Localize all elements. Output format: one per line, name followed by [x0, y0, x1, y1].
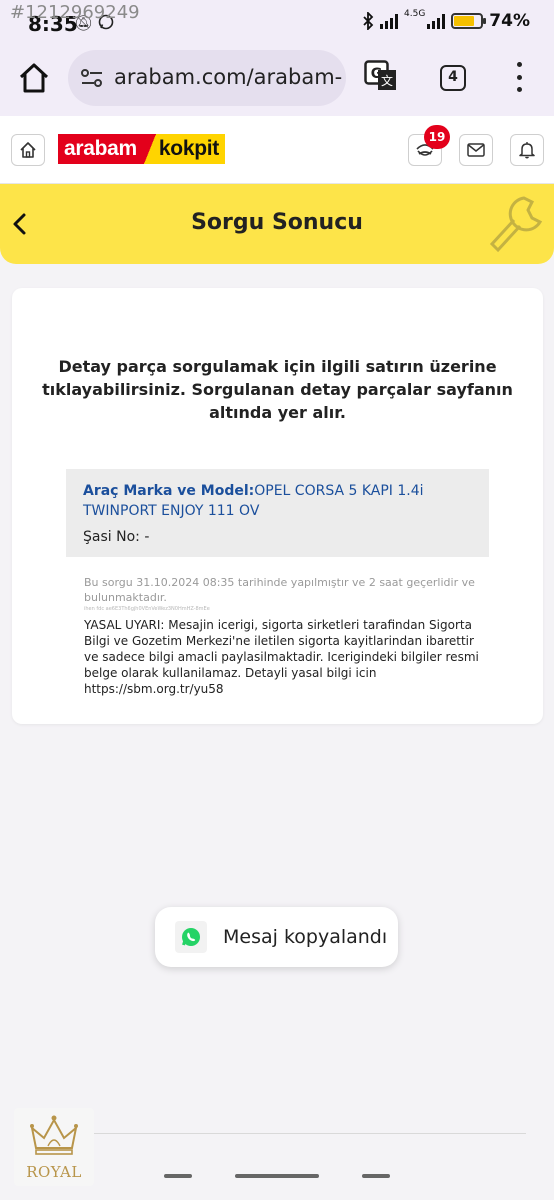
mail-icon	[467, 143, 485, 157]
query-hash: ihen fdc ae6E3Th6gjh0VEnVeWez3N0HmHZ-8mE…	[84, 606, 210, 612]
crown-icon	[30, 1115, 78, 1155]
address-bar[interactable]: arabam.com/arabam-	[68, 50, 346, 106]
arabam-kokpit-logo[interactable]: arabam kokpit	[58, 134, 225, 164]
copied-toast: Mesaj kopyalandı	[155, 907, 398, 967]
image-id-watermark: #1212969249	[10, 2, 140, 23]
svg-text:文: 文	[381, 73, 393, 88]
legal-warning: YASAL UYARI: Mesajin icerigi, sigorta si…	[84, 618, 479, 696]
battery-icon	[451, 13, 487, 29]
make-model-line: Araç Marka ve Model:OPEL CORSA 5 KAPI 1.…	[83, 481, 443, 521]
royal-watermark-logo: ROYAL	[14, 1108, 94, 1186]
wrench-watermark-icon	[489, 196, 543, 253]
tab-switcher-button[interactable]: 4	[440, 65, 466, 91]
site-settings-icon[interactable]	[80, 68, 104, 88]
chassis-line: Şasi No: -	[83, 529, 149, 545]
signal-icon-2	[427, 13, 446, 29]
more-menu-icon[interactable]	[512, 62, 526, 92]
query-date-note: Bu sorgu 31.10.2024 08:35 tarihinde yapı…	[84, 576, 475, 604]
royal-text: ROYAL	[26, 1163, 82, 1181]
nav-back-handle[interactable]	[164, 1174, 192, 1178]
status-right: 4.5G 74%	[362, 9, 530, 31]
network-type: 4.5G	[404, 9, 426, 19]
notification-count-badge: 19	[424, 125, 450, 149]
site-home-button[interactable]	[11, 134, 45, 166]
info-text: Detay parça sorgulamak için ilgili satır…	[42, 357, 513, 422]
chassis-label: Şasi No:	[83, 529, 140, 545]
page-title: Sorgu Sonucu	[191, 210, 363, 235]
nav-recents-handle[interactable]	[362, 1174, 390, 1178]
notifications-button[interactable]	[510, 134, 544, 166]
browser-toolbar: arabam.com/arabam- G文 4	[0, 44, 554, 116]
page-title-bar: Sorgu Sonucu	[0, 184, 554, 264]
chassis-value: -	[144, 529, 150, 545]
site-header: arabam kokpit	[0, 116, 554, 184]
url-text[interactable]: arabam.com/arabam-	[114, 65, 342, 89]
make-model-label: Araç Marka ve Model:	[83, 483, 255, 499]
vehicle-row[interactable]: Araç Marka ve Model:OPEL CORSA 5 KAPI 1.…	[66, 469, 489, 557]
whatsapp-icon	[175, 921, 207, 953]
divider	[92, 1133, 526, 1134]
home-icon[interactable]	[16, 60, 52, 96]
translate-icon[interactable]: G文	[364, 60, 398, 92]
bluetooth-icon	[363, 12, 374, 30]
home-icon	[20, 142, 36, 158]
nav-home-handle[interactable]	[235, 1174, 319, 1178]
battery-percent: 74%	[489, 11, 530, 31]
messages-button[interactable]	[459, 134, 493, 166]
query-result-card: Detay parça sorgulamak için ilgili satır…	[12, 288, 543, 724]
bell-icon	[519, 142, 535, 159]
toast-message: Mesaj kopyalandı	[223, 926, 388, 948]
signal-icon	[380, 13, 398, 29]
